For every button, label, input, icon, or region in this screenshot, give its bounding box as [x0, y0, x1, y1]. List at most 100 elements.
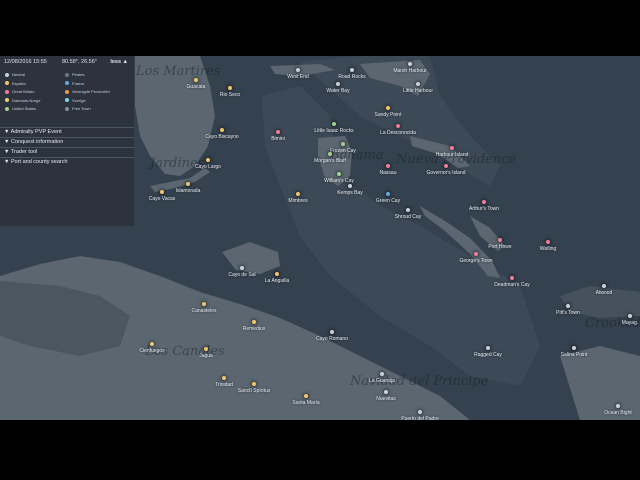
port-marker[interactable] [628, 314, 632, 318]
port-label[interactable]: Nassau [380, 170, 397, 176]
port-marker[interactable] [160, 190, 164, 194]
port-marker[interactable] [474, 252, 478, 256]
port-marker[interactable] [332, 122, 336, 126]
port-label[interactable]: Santa María [292, 400, 319, 406]
port-label[interactable]: Salina Point [561, 352, 588, 358]
port-label[interactable]: Governor's Island [426, 170, 465, 176]
port-label[interactable]: Little Harbour [403, 88, 433, 94]
port-label[interactable]: Port Howe [488, 244, 511, 250]
port-marker[interactable] [396, 124, 400, 128]
port-label[interactable]: Cayo Romano [316, 336, 348, 342]
port-label[interactable]: Kemps Bay [337, 190, 363, 196]
port-label[interactable]: Green Cay [376, 198, 400, 204]
port-label[interactable]: Road Rocks [338, 74, 365, 80]
port-marker[interactable] [341, 142, 345, 146]
port-label[interactable]: Guacata [187, 84, 206, 90]
port-label[interactable]: Atwood [596, 290, 613, 296]
port-label[interactable]: Bimini [271, 136, 285, 142]
port-marker[interactable] [450, 146, 454, 150]
port-marker[interactable] [240, 266, 244, 270]
port-label[interactable]: La Guanaja [369, 378, 395, 384]
port-marker[interactable] [252, 382, 256, 386]
port-label[interactable]: Ragged Cay [474, 352, 502, 358]
port-marker[interactable] [566, 304, 570, 308]
port-marker[interactable] [276, 130, 280, 134]
port-label[interactable]: Cayo Vacas [149, 196, 176, 202]
port-label[interactable]: La Desconocida [380, 130, 416, 136]
port-label[interactable]: Nuevitas [376, 396, 395, 402]
port-label[interactable]: West End [287, 74, 309, 80]
port-label[interactable]: Pitt's Town [556, 310, 580, 316]
port-marker[interactable] [275, 272, 279, 276]
port-label[interactable]: George's Town [459, 258, 492, 264]
port-marker[interactable] [206, 158, 210, 162]
port-label[interactable]: Watling [540, 246, 557, 252]
port-label[interactable]: Cayo Biscayno [205, 134, 238, 140]
port-marker[interactable] [510, 276, 514, 280]
port-label[interactable]: Water Bay [326, 88, 349, 94]
port-label[interactable]: Mimbres [288, 198, 307, 204]
port-label[interactable]: Rio Seco [220, 92, 240, 98]
port-label[interactable]: Cayo Largo [195, 164, 221, 170]
port-marker[interactable] [228, 86, 232, 90]
port-label[interactable]: Trinidad [215, 382, 233, 388]
port-label[interactable]: Harbour Island [436, 152, 469, 158]
port-marker[interactable] [252, 320, 256, 324]
port-marker[interactable] [386, 164, 390, 168]
port-label[interactable]: Jagua [199, 353, 213, 359]
port-marker[interactable] [330, 330, 334, 334]
panel-section-toggle[interactable]: ▼ Trader tool [0, 147, 134, 156]
port-marker[interactable] [482, 200, 486, 204]
port-label[interactable]: Sandy Point [375, 112, 402, 118]
port-marker[interactable] [222, 376, 226, 380]
port-label[interactable]: Ocean Bight [604, 410, 632, 416]
port-label[interactable]: Cayo de Sal [228, 272, 255, 278]
port-label[interactable]: Canasteles [191, 308, 216, 314]
port-label[interactable]: Morgan's Bluff [314, 158, 346, 164]
panel-section-toggle[interactable]: ▼ Admiralty PVP Event [0, 127, 134, 136]
port-marker[interactable] [416, 82, 420, 86]
port-label[interactable]: Deadman's Cay [494, 282, 529, 288]
panel-section-toggle[interactable]: ▼ Port and county search [0, 157, 134, 166]
port-marker[interactable] [386, 106, 390, 110]
port-marker[interactable] [444, 164, 448, 168]
port-label[interactable]: Cienfuegos [139, 348, 164, 354]
port-label[interactable]: Marsh Harbour [393, 68, 426, 74]
port-marker[interactable] [380, 372, 384, 376]
port-marker[interactable] [386, 192, 390, 196]
port-marker[interactable] [304, 394, 308, 398]
port-label[interactable]: Arthur's Town [469, 206, 499, 212]
port-marker[interactable] [150, 342, 154, 346]
port-marker[interactable] [418, 410, 422, 414]
port-marker[interactable] [202, 302, 206, 306]
port-marker[interactable] [296, 68, 300, 72]
port-marker[interactable] [204, 347, 208, 351]
port-marker[interactable] [348, 184, 352, 188]
port-label[interactable]: Islamorada [176, 188, 201, 194]
port-marker[interactable] [220, 128, 224, 132]
port-marker[interactable] [296, 192, 300, 196]
port-label[interactable]: La Anguilla [265, 278, 289, 284]
port-marker[interactable] [350, 68, 354, 72]
port-label[interactable]: Shroud Cay [395, 214, 421, 220]
port-marker[interactable] [602, 284, 606, 288]
port-marker[interactable] [486, 346, 490, 350]
port-marker[interactable] [328, 152, 332, 156]
panel-section-toggle[interactable]: ▼ Conquest information [0, 137, 134, 146]
port-label[interactable]: Puerto del Padre [401, 416, 439, 420]
port-marker[interactable] [408, 62, 412, 66]
port-marker[interactable] [194, 78, 198, 82]
port-marker[interactable] [336, 82, 340, 86]
map-viewport[interactable]: Los Martires Nueva Providence Bahama Jar… [0, 0, 640, 480]
port-marker[interactable] [384, 390, 388, 394]
port-label[interactable]: Frozen Cay [330, 148, 356, 154]
port-marker[interactable] [186, 182, 190, 186]
port-marker[interactable] [406, 208, 410, 212]
port-marker[interactable] [616, 404, 620, 408]
port-marker[interactable] [337, 172, 341, 176]
port-marker[interactable] [572, 346, 576, 350]
less-toggle-button[interactable]: less ▲ [110, 59, 128, 65]
port-label[interactable]: Mayag. [622, 320, 638, 326]
port-label[interactable]: Little Isaac Rocks [314, 128, 353, 134]
port-marker[interactable] [498, 238, 502, 242]
